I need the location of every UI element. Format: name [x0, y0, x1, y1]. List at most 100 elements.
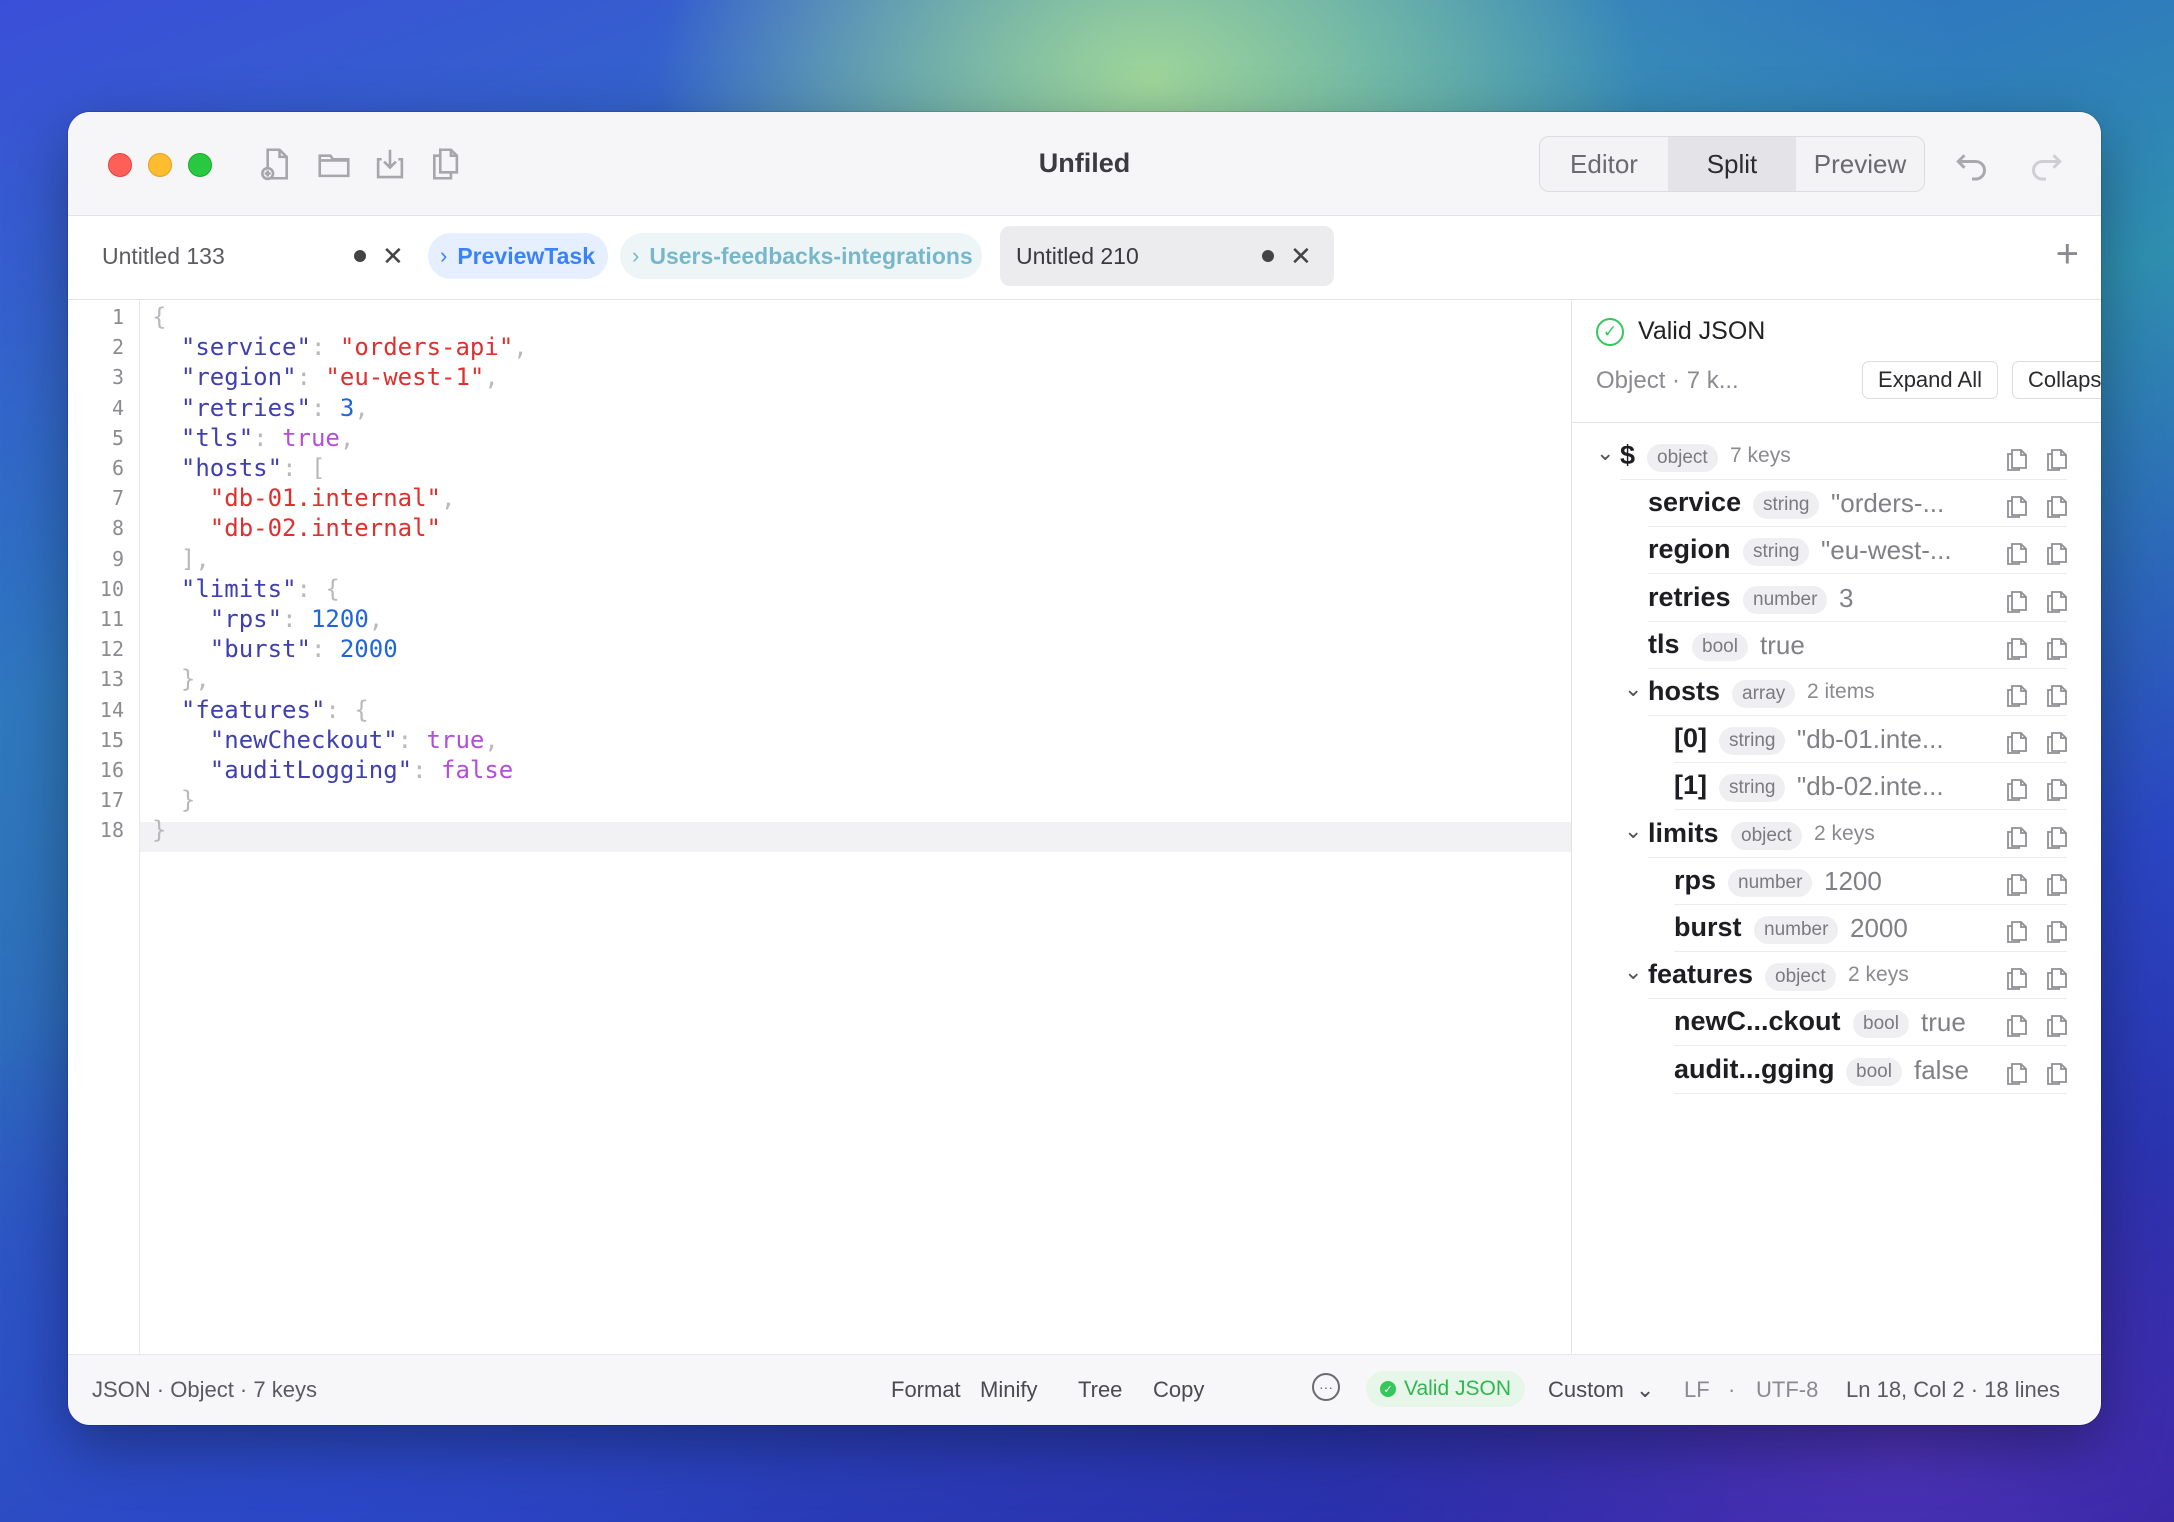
code-token: "	[152, 454, 196, 482]
expand-all-button[interactable]: Expand All	[1862, 361, 1998, 399]
indent-select[interactable]: Custom ⌄	[1548, 1377, 1654, 1403]
copy-value-icon[interactable]	[2044, 727, 2070, 755]
tree-row[interactable]: ⌄ hosts array 2 items	[1572, 668, 2101, 716]
code-token: "	[152, 574, 196, 603]
copy-key-icon[interactable]	[2004, 538, 2030, 566]
split-mode-button[interactable]: Split	[1668, 137, 1796, 191]
code-token: burst	[224, 635, 297, 664]
copy-value-icon[interactable]	[2044, 916, 2070, 944]
tree-row[interactable]: tls bool true	[1572, 621, 2101, 669]
copy-key-icon[interactable]	[2004, 444, 2030, 472]
tree-row[interactable]: ⌄ features object 2 keys	[1572, 951, 2101, 1000]
tab-untitled-210[interactable]: Untitled 210 ✕	[1000, 226, 1334, 286]
encoding[interactable]: UTF-8	[1756, 1377, 1818, 1403]
new-tab-button[interactable]: +	[2056, 234, 2079, 274]
code-line[interactable]: }	[152, 816, 166, 844]
tree-row[interactable]: retries number 3	[1572, 574, 2101, 622]
code-line[interactable]: "hosts": [	[152, 454, 326, 482]
code-line[interactable]: ],	[152, 545, 210, 573]
copy-value-icon[interactable]	[2044, 1058, 2070, 1086]
copy-key-icon[interactable]	[2004, 1058, 2030, 1086]
copy-value-icon[interactable]	[2044, 869, 2070, 897]
code-line[interactable]: "auditLogging": false	[152, 756, 513, 784]
format-button[interactable]: Format	[891, 1377, 961, 1403]
code-token: :	[253, 423, 283, 452]
tree-value: "orders-...	[1831, 488, 1945, 519]
close-tab-icon[interactable]: ✕	[1290, 241, 1312, 272]
copy-value-icon[interactable]	[2044, 680, 2070, 708]
code-line[interactable]: "newCheckout": true,	[152, 726, 499, 754]
copy-key-icon[interactable]	[2004, 491, 2030, 519]
tab-untitled-133[interactable]: Untitled 133 ✕	[68, 226, 418, 286]
code-line[interactable]: "retries": 3,	[152, 394, 369, 422]
copy-value-icon[interactable]	[2044, 1010, 2070, 1038]
redo-icon[interactable]	[2026, 144, 2066, 184]
code-token: "	[152, 695, 196, 724]
copy-key-icon[interactable]	[2004, 727, 2030, 755]
code-line[interactable]: },	[152, 665, 210, 693]
copy-key-icon[interactable]	[2004, 586, 2030, 614]
copy-value-icon[interactable]	[2044, 586, 2070, 614]
chevron-down-icon[interactable]: ⌄	[1596, 440, 1614, 466]
tree-row[interactable]: newC...ckout bool true	[1572, 998, 2101, 1047]
copy-value-icon[interactable]	[2044, 963, 2070, 991]
copy-value-icon[interactable]	[2044, 538, 2070, 566]
editor-mode-button[interactable]: Editor	[1540, 137, 1668, 191]
tree-row[interactable]: ⌄ limits object 2 keys	[1572, 810, 2101, 858]
minify-button[interactable]: Minify	[980, 1377, 1037, 1403]
close-tab-icon[interactable]: ✕	[382, 241, 404, 272]
tree-row[interactable]: ⌄ $ object 7 keys	[1572, 432, 2101, 480]
code-line[interactable]: "features": {	[152, 696, 369, 724]
copy-key-icon[interactable]	[2004, 869, 2030, 897]
code-line[interactable]: "limits": {	[152, 575, 340, 603]
copy-value-icon[interactable]	[2044, 774, 2070, 802]
more-options-icon[interactable]: ···	[1312, 1373, 1340, 1401]
copy-value-icon[interactable]	[2044, 444, 2070, 472]
code-line[interactable]: "service": "orders-api",	[152, 333, 528, 361]
tree-row[interactable]: audit...gging bool false	[1572, 1046, 2101, 1094]
copy-key-icon[interactable]	[2004, 822, 2030, 850]
tree-row[interactable]: [0] string "db-01.inte...	[1572, 715, 2101, 764]
tree-row[interactable]: rps number 1200	[1572, 857, 2101, 905]
copy-button[interactable]: Copy	[1153, 1377, 1204, 1403]
collapse-all-button[interactable]: Collapse...	[2012, 361, 2101, 399]
code-line[interactable]: "db-01.internal",	[152, 484, 456, 512]
line-ending[interactable]: LF	[1684, 1377, 1710, 1403]
tree-row[interactable]: burst number 2000	[1572, 904, 2101, 952]
code-editor[interactable]: 1 2 3 4 5 6 7 8 9 10 11 12 13 14 15 16 17 18 { "service":…	[68, 301, 1571, 1354]
copy-value-icon[interactable]	[2044, 633, 2070, 661]
copy-key-icon[interactable]	[2004, 916, 2030, 944]
chevron-down-icon[interactable]: ⌄	[1624, 818, 1642, 844]
type-badge: bool	[1846, 1057, 1902, 1086]
code-token: :	[397, 725, 427, 754]
copy-value-icon[interactable]	[2044, 822, 2070, 850]
tab-preview-task[interactable]: › PreviewTask	[428, 233, 608, 279]
preview-mode-button[interactable]: Preview	[1796, 137, 1924, 191]
tree-row[interactable]: service string "orders-...	[1572, 479, 2101, 528]
tree-row[interactable]: [1] string "db-02.inte...	[1572, 762, 2101, 811]
code-token: "	[152, 363, 196, 392]
code-token: "	[282, 363, 297, 392]
tab-users-feedbacks-integrations[interactable]: › Users-feedbacks-integrations	[620, 233, 982, 279]
copy-key-icon[interactable]	[2004, 774, 2030, 802]
copy-value-icon[interactable]	[2044, 491, 2070, 519]
code-line[interactable]: "burst": 2000	[152, 635, 398, 663]
copy-key-icon[interactable]	[2004, 963, 2030, 991]
code-token: }	[152, 786, 196, 815]
undo-icon[interactable]	[1952, 144, 1992, 184]
code-line[interactable]: "tls": true,	[152, 424, 354, 452]
code-line[interactable]: "db-02.internal"	[152, 514, 441, 542]
line-number: 16	[99, 758, 124, 782]
code-line[interactable]: {	[152, 303, 166, 331]
tree-row[interactable]: region string "eu-west-...	[1572, 526, 2101, 575]
chevron-down-icon[interactable]: ⌄	[1624, 676, 1642, 702]
code-line[interactable]: }	[152, 786, 195, 814]
code-line[interactable]: "rps": 1200,	[152, 605, 383, 633]
chevron-down-icon[interactable]: ⌄	[1624, 959, 1642, 985]
copy-key-icon[interactable]	[2004, 680, 2030, 708]
copy-key-icon[interactable]	[2004, 1010, 2030, 1038]
tree-button[interactable]: Tree	[1078, 1377, 1122, 1403]
code-line[interactable]: "region": "eu-west-1",	[152, 363, 499, 391]
copy-key-icon[interactable]	[2004, 633, 2030, 661]
validation-status: ✓ Valid JSON	[1596, 317, 1765, 346]
